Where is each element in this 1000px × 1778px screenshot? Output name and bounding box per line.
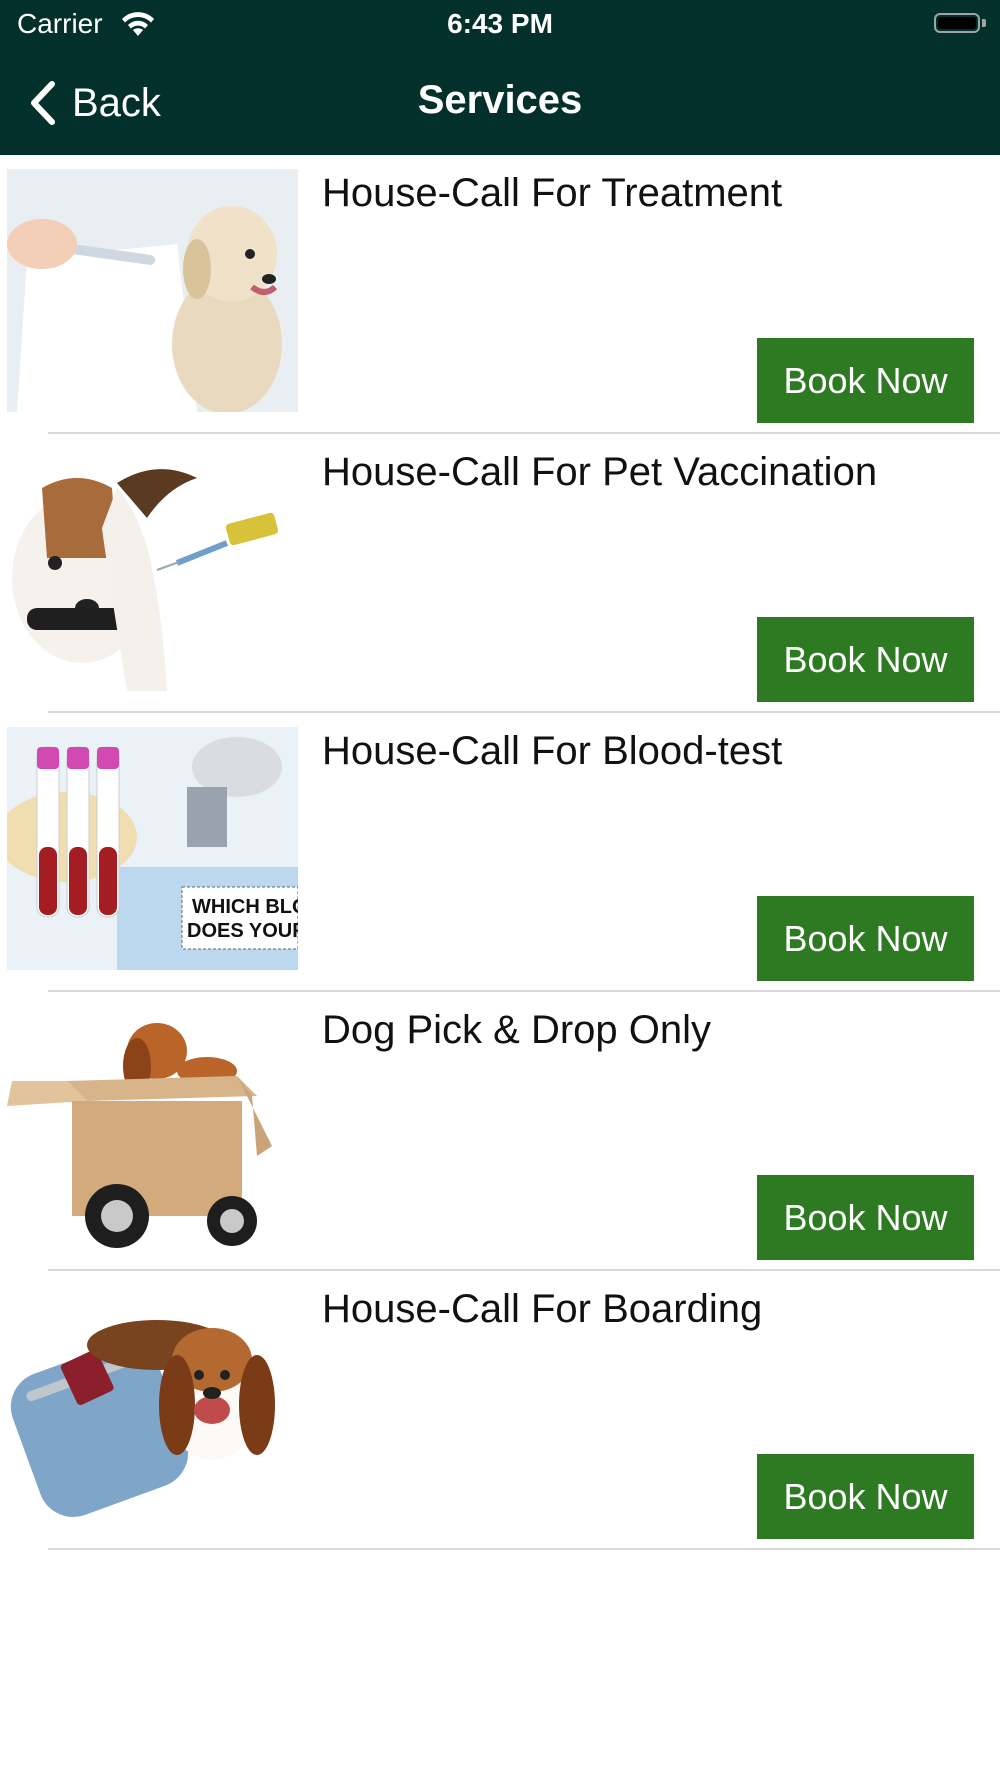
book-now-button[interactable]: Book Now	[757, 1454, 974, 1539]
service-title: House-Call For Pet Vaccination	[322, 450, 878, 494]
page-title: Services	[417, 78, 583, 122]
service-row[interactable]: House-Call For Treatment Book Now	[0, 155, 1000, 434]
service-image-treatment	[7, 169, 298, 412]
book-now-button[interactable]: Book Now	[757, 617, 974, 702]
row-divider	[48, 1548, 1000, 1550]
battery-icon	[934, 13, 986, 35]
service-image-pick-drop	[7, 1006, 298, 1249]
service-title: House-Call For Treatment	[322, 171, 783, 215]
nav-bar: Back Services	[0, 52, 1000, 155]
book-now-button[interactable]: Book Now	[757, 338, 974, 423]
service-row[interactable]: Dog Pick & Drop Only Book Now	[0, 992, 1000, 1271]
header: Carrier 6:43 PM Back Services	[0, 0, 1000, 155]
book-now-button[interactable]: Book Now	[757, 896, 974, 981]
image-text-line-1: WHICH BLOO	[192, 896, 298, 918]
service-image-vaccination	[7, 448, 298, 691]
image-text-line-2: DOES YOUR D	[187, 920, 298, 942]
service-image-boarding	[7, 1285, 298, 1528]
service-title: House-Call For Blood-test	[322, 729, 783, 773]
service-row[interactable]: House-Call For Boarding Book Now	[0, 1271, 1000, 1550]
book-now-button[interactable]: Book Now	[757, 1175, 974, 1260]
service-row[interactable]: WHICH BLOO DOES YOUR D House-Call For Bl…	[0, 713, 1000, 992]
status-time: 6:43 PM	[447, 8, 553, 39]
service-image-blood-test: WHICH BLOO DOES YOUR D	[7, 727, 298, 970]
service-row[interactable]: House-Call For Pet Vaccination Book Now	[0, 434, 1000, 713]
services-list: House-Call For Treatment Book Now House-…	[0, 155, 1000, 1550]
status-bar: Carrier 6:43 PM	[0, 0, 1000, 52]
service-title: House-Call For Boarding	[322, 1287, 763, 1331]
service-title: Dog Pick & Drop Only	[322, 1008, 712, 1052]
